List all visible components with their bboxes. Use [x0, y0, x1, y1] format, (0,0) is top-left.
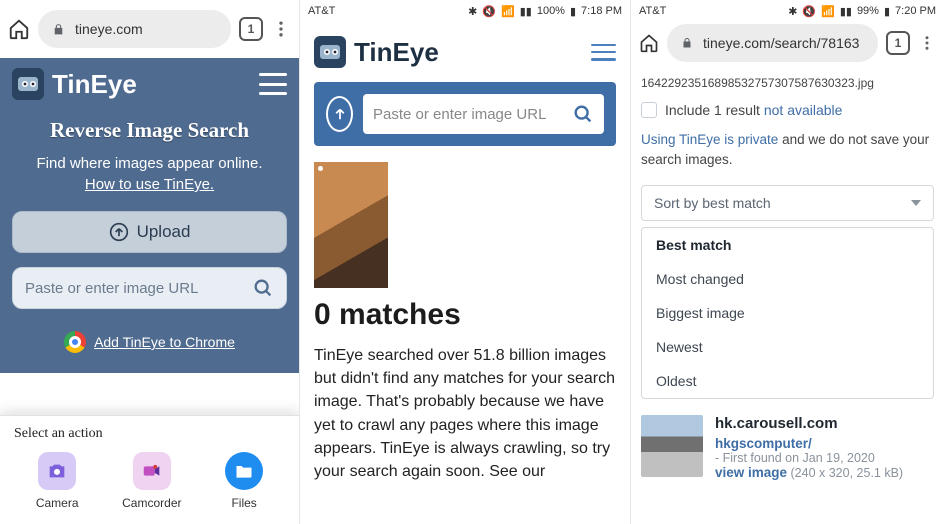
result-domain[interactable]: hk.carousell.com — [715, 415, 934, 432]
clock: 7:18 PM — [581, 5, 622, 17]
search-bar — [314, 82, 616, 146]
brand[interactable]: TinEye — [12, 68, 137, 100]
sort-option[interactable]: Most changed — [642, 262, 933, 296]
home-icon[interactable] — [8, 18, 30, 40]
carrier: AT&T — [639, 5, 666, 17]
url-input-wrap[interactable] — [12, 267, 287, 309]
sort-dropdown: Best match Most changed Biggest image Ne… — [641, 227, 934, 399]
howto-link[interactable]: How to use TinEye. — [12, 176, 287, 193]
search-icon[interactable] — [572, 103, 594, 125]
lock-icon — [681, 37, 693, 49]
chrome-icon — [64, 331, 86, 353]
home-icon[interactable] — [639, 33, 659, 53]
menu-icon[interactable] — [259, 73, 287, 95]
sheet-title: Select an action — [14, 426, 285, 442]
signal-icon: ▮▮ — [520, 5, 532, 18]
privacy-note: Using TinEye is private and we do not sa… — [631, 130, 944, 185]
sort-select[interactable]: Sort by best match — [641, 185, 934, 221]
page-title: Reverse Image Search — [12, 118, 287, 143]
omnibox-host: tineye.com/search/78163 — [703, 35, 859, 51]
chrome-bar: tineye.com/search/78163 1 — [631, 20, 944, 66]
sort-option[interactable]: Biggest image — [642, 296, 933, 330]
result-account-link[interactable]: hkgscomputer/ — [715, 436, 812, 451]
image-filename: 164229235168985327573075876­30323.jpg — [631, 66, 944, 98]
matches-body: TinEye searched over 51.8 billion images… — [314, 344, 616, 483]
upload-button[interactable]: Upload — [12, 211, 287, 253]
brand-name: TinEye — [354, 37, 439, 68]
chrome-bar: tineye.com 1 — [0, 0, 299, 58]
checkbox-icon[interactable] — [641, 102, 657, 118]
upload-icon-button[interactable] — [326, 96, 353, 132]
wifi-icon: 📶 — [501, 5, 515, 18]
menu-icon[interactable] — [591, 44, 616, 61]
search-icon[interactable] — [252, 277, 274, 299]
tab-count[interactable]: 1 — [886, 31, 910, 55]
clock: 7:20 PM — [895, 5, 936, 17]
result-found: - First found on Jan 19, 2020 — [715, 451, 934, 465]
chevron-down-icon — [911, 200, 921, 206]
action-sheet: Select an action Camera Camcorder — [0, 415, 299, 524]
omnibox-host: tineye.com — [75, 21, 143, 37]
url-input[interactable] — [25, 280, 252, 297]
add-to-chrome-link[interactable]: Add TinEye to Chrome — [12, 331, 287, 353]
tab-count[interactable]: 1 — [239, 17, 263, 41]
files-icon — [225, 452, 263, 490]
battery-pct: 99% — [857, 5, 879, 17]
sort-label: Sort by best match — [654, 195, 771, 211]
battery-icon: ▮ — [570, 5, 576, 18]
mute-icon: 🔇 — [802, 5, 816, 18]
not-available-link[interactable]: not available — [764, 102, 843, 118]
action-camcorder[interactable]: Camcorder — [122, 452, 181, 510]
sort-option[interactable]: Best match — [642, 228, 933, 262]
include-row[interactable]: Include 1 result not available — [631, 98, 944, 130]
kebab-icon[interactable] — [918, 34, 936, 52]
url-input[interactable] — [373, 106, 572, 123]
wifi-icon: 📶 — [821, 5, 835, 18]
result-dims: (240 x 320, 25.1 kB) — [787, 466, 903, 480]
uploaded-thumbnail[interactable] — [314, 162, 388, 288]
upload-icon — [109, 222, 129, 242]
page-subtitle: Find where images appear online. — [12, 155, 287, 172]
mute-icon: 🔇 — [482, 5, 496, 18]
status-bar: AT&T ✱ 🔇 📶 ▮▮ 99% ▮ 7:20 PM — [631, 0, 944, 22]
omnibox[interactable]: tineye.com/search/78163 — [667, 24, 878, 62]
sort-option[interactable]: Oldest — [642, 364, 933, 398]
brand-logo-icon — [314, 36, 346, 68]
matches-heading: 0 matches — [314, 298, 616, 332]
result-thumbnail[interactable] — [641, 415, 703, 477]
carrier: AT&T — [308, 5, 335, 17]
brand-logo-icon — [12, 68, 44, 100]
brand-name: TinEye — [52, 69, 137, 100]
view-image-link[interactable]: view image — [715, 465, 787, 480]
upload-label: Upload — [137, 222, 191, 242]
bluetooth-icon: ✱ — [468, 5, 477, 18]
battery-pct: 100% — [537, 5, 565, 17]
kebab-icon[interactable] — [271, 19, 291, 39]
brand[interactable]: TinEye — [314, 36, 439, 68]
bluetooth-icon: ✱ — [788, 5, 797, 18]
privacy-link[interactable]: Using TinEye is private — [641, 132, 778, 147]
camera-icon — [38, 452, 76, 490]
action-files[interactable]: Files — [225, 452, 263, 510]
battery-icon: ▮ — [884, 5, 890, 18]
omnibox[interactable]: tineye.com — [38, 10, 231, 48]
signal-icon: ▮▮ — [840, 5, 852, 18]
hero: TinEye Reverse Image Search Find where i… — [0, 58, 299, 373]
action-camera[interactable]: Camera — [36, 452, 79, 510]
camcorder-icon — [133, 452, 171, 490]
lock-icon — [52, 23, 65, 36]
sort-option[interactable]: Newest — [642, 330, 933, 364]
result-row: hk.carousell.com hkgscomputer/ - First f… — [631, 409, 944, 480]
status-bar: AT&T ✱ 🔇 📶 ▮▮ 100% ▮ 7:18 PM — [300, 0, 630, 22]
